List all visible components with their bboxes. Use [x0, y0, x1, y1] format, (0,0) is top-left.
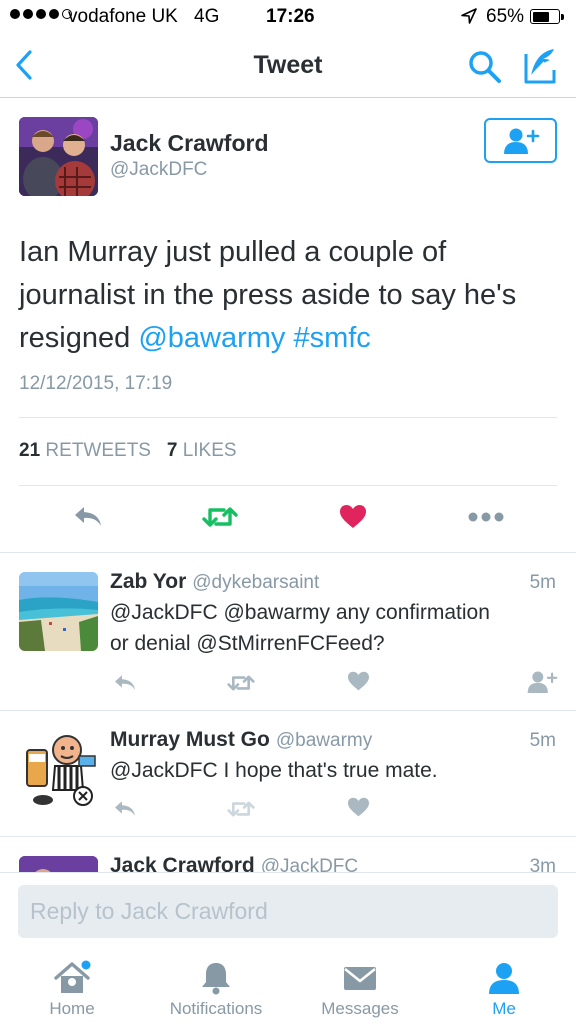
reply-author-handle: @dykebarsaint	[192, 572, 320, 593]
tab-label: Messages	[321, 999, 399, 1018]
tweet-text-line: journalist in the press aside to say he'…	[19, 279, 517, 311]
avatar[interactable]	[19, 856, 98, 872]
tweet-text: Ian Murray just pulled a couple of journ…	[19, 231, 559, 360]
reply-tweet[interactable]: Jack Crawford @JackDFC 3m	[0, 837, 576, 872]
person-icon	[489, 963, 519, 994]
home-icon	[54, 960, 91, 993]
avatar[interactable]	[19, 728, 98, 807]
tweet-stats: 21 RETWEETS 7 LIKES	[19, 440, 237, 462]
battery-percent: 65%	[486, 6, 525, 27]
retweets-stat[interactable]: 21 RETWEETS	[19, 440, 151, 461]
tweet-text-segment: resigned	[19, 322, 131, 354]
likes-stat[interactable]: 7 LIKES	[167, 440, 237, 461]
reply-time: 3m	[529, 856, 556, 872]
author-name[interactable]: Jack Crawford	[110, 130, 269, 157]
author-handle[interactable]: @JackDFC	[110, 159, 207, 181]
tweet-text-line: Ian Murray just pulled a couple of	[19, 236, 447, 268]
reply-author[interactable]: Jack Crawford @JackDFC	[110, 854, 358, 872]
tweet-timestamp: 12/12/2015, 17:19	[19, 373, 173, 394]
tab-home[interactable]: Home	[0, 954, 144, 1024]
divider	[0, 552, 576, 553]
signal-strength-icon	[10, 9, 72, 19]
carrier-name: vodafone UK	[68, 6, 178, 27]
retweet-icon[interactable]	[226, 799, 256, 819]
retweets-count: 21	[19, 440, 41, 461]
reply-author[interactable]: Zab Yor @dykebarsaint	[110, 570, 319, 594]
like-heart-icon[interactable]	[339, 504, 367, 530]
tab-messages[interactable]: Messages	[288, 954, 432, 1024]
add-user-icon	[504, 128, 540, 154]
avatar[interactable]	[19, 117, 98, 196]
reply-author-name: Jack Crawford	[110, 854, 255, 872]
like-heart-icon[interactable]	[347, 671, 370, 692]
network-type: 4G	[194, 6, 220, 27]
navigation-bar: Tweet	[0, 36, 576, 98]
likes-label: LIKES	[182, 440, 237, 461]
bell-icon	[202, 963, 230, 995]
tweet-actions	[0, 498, 576, 540]
battery-icon	[530, 9, 564, 24]
reply-icon[interactable]	[112, 799, 138, 819]
reply-text-line: @JackDFC @bawarmy any confirmation	[110, 601, 490, 624]
like-heart-icon[interactable]	[347, 797, 370, 818]
reply-text-line: or denial @StMirrenFCFeed?	[110, 632, 385, 655]
reply-composer	[0, 872, 576, 954]
tab-label: Notifications	[169, 999, 263, 1018]
tweet-text-line-3: resigned @bawarmy #smfc	[19, 317, 559, 360]
reply-author[interactable]: Murray Must Go @bawarmy	[110, 728, 372, 752]
compose-icon[interactable]	[520, 46, 562, 86]
reply-time: 5m	[529, 730, 556, 751]
reply-icon[interactable]	[112, 673, 138, 693]
reply-icon[interactable]	[72, 504, 104, 530]
add-user-icon[interactable]	[526, 670, 558, 694]
reply-author-handle: @JackDFC	[260, 856, 359, 872]
hashtag-link[interactable]: #smfc	[293, 322, 370, 354]
reply-text: @JackDFC @bawarmy any confirmation or de…	[110, 597, 550, 659]
reply-author-name: Zab Yor	[110, 570, 187, 593]
retweet-icon[interactable]	[202, 504, 238, 530]
tab-bar: Home Notifications Messages Me	[0, 954, 576, 1024]
divider	[19, 485, 557, 486]
location-arrow-icon	[461, 8, 477, 24]
tab-me[interactable]: Me	[432, 954, 576, 1024]
reply-author-handle: @bawarmy	[275, 730, 373, 751]
reply-text-line: @JackDFC I hope that's true mate.	[110, 759, 438, 782]
follow-button[interactable]	[484, 118, 557, 163]
reply-input[interactable]	[18, 885, 558, 938]
status-bar: vodafone UK 4G 17:26 65%	[0, 0, 576, 36]
mention-link[interactable]: @bawarmy	[138, 322, 285, 354]
tab-label: Me	[492, 999, 516, 1018]
reply-time: 5m	[529, 572, 556, 593]
search-icon[interactable]	[466, 48, 504, 86]
retweet-icon[interactable]	[226, 673, 256, 693]
clock: 17:26	[266, 6, 315, 27]
retweets-label: RETWEETS	[45, 440, 151, 461]
tab-label: Home	[49, 999, 95, 1018]
divider	[19, 417, 557, 418]
tab-notifications[interactable]: Notifications	[144, 954, 288, 1024]
divider	[0, 710, 576, 711]
likes-count: 7	[166, 440, 178, 461]
more-options-icon[interactable]	[468, 512, 504, 522]
avatar[interactable]	[19, 572, 98, 651]
envelope-icon	[344, 967, 376, 990]
reply-author-name: Murray Must Go	[110, 728, 270, 751]
reply-text: @JackDFC I hope that's true mate.	[110, 755, 550, 786]
